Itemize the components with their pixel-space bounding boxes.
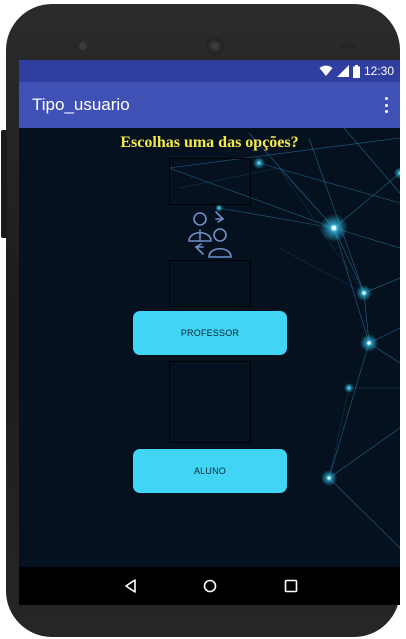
status-bar: 12:30 — [19, 60, 400, 82]
image-placeholder-middle — [169, 260, 251, 307]
more-vert-icon[interactable] — [384, 97, 388, 113]
recents-icon[interactable] — [279, 574, 303, 598]
aluno-button[interactable]: ALUNO — [133, 449, 287, 493]
image-placeholder-top — [169, 158, 251, 205]
page-prompt: Escolhas uma das opções? — [120, 134, 299, 151]
front-camera — [206, 37, 224, 55]
wifi-icon — [319, 65, 333, 76]
app-bar: Tipo_usuario — [19, 82, 400, 128]
status-icons: 12:30 — [319, 63, 394, 79]
professor-button[interactable]: PROFESSOR — [133, 311, 287, 355]
back-icon[interactable] — [119, 574, 143, 598]
status-time: 12:30 — [363, 64, 394, 78]
battery-icon — [352, 64, 360, 78]
home-icon[interactable] — [198, 574, 222, 598]
app-title: Tipo_usuario — [32, 95, 130, 114]
image-placeholder-bottom — [169, 361, 251, 443]
content-area: Escolhas uma das opções? PROFESSOR ALUNO — [19, 128, 400, 567]
signal-icon — [336, 65, 349, 77]
navigation-bar — [19, 567, 400, 605]
screen: 12:30 Tipo_usuario Escolhas uma das opçõ… — [19, 60, 400, 567]
switch-user-icon — [188, 211, 232, 258]
side-button — [1, 130, 7, 238]
front-dot — [79, 42, 87, 50]
proximity-sensor — [341, 43, 355, 49]
